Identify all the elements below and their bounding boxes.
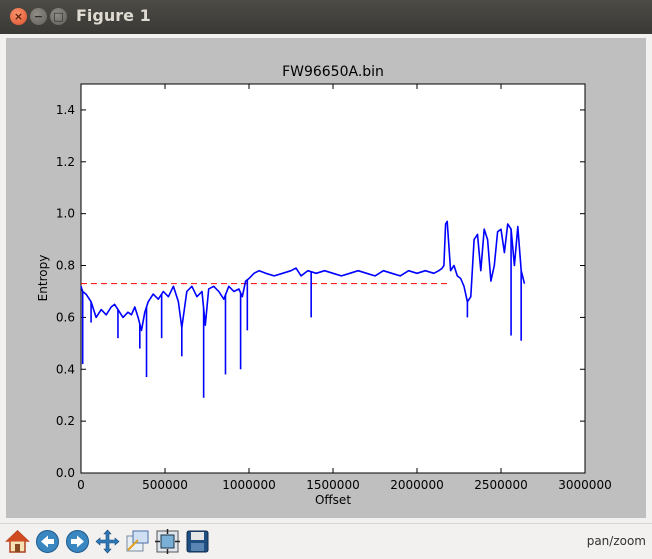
x-axis-label: Offset — [315, 493, 351, 507]
save-button[interactable] — [184, 528, 211, 555]
x-tick-label: 1500000 — [306, 478, 359, 492]
x-tick-label: 0 — [77, 478, 85, 492]
y-axis-label: Entropy — [36, 255, 50, 302]
x-tick-label: 500000 — [142, 478, 188, 492]
y-tick-label: 1.2 — [56, 155, 75, 169]
entropy-chart: FW96650A.bin Offset Entropy 0 500000 10000… — [36, 64, 612, 507]
zoom-rect-icon — [126, 530, 149, 552]
floppy-disk-icon — [186, 530, 209, 553]
y-tick-label: 1.4 — [56, 103, 75, 117]
forward-button[interactable] — [64, 528, 91, 555]
arrow-right-icon — [66, 530, 89, 553]
navigation-toolbar: pan/zoom — [0, 523, 652, 559]
chart-title: FW96650A.bin — [282, 64, 384, 80]
y-tick-label: 1.0 — [56, 207, 75, 221]
window-title-bar: × − □ Figure 1 — [0, 0, 652, 34]
y-tick-label: 0.0 — [56, 466, 75, 480]
plot-canvas[interactable]: FW96650A.bin Offset Entropy 0 500000 10000… — [6, 38, 646, 518]
x-tick-label: 2000000 — [390, 478, 443, 492]
home-icon — [5, 529, 30, 553]
plot-area — [80, 83, 586, 474]
arrow-left-icon — [36, 530, 59, 553]
pan-button[interactable] — [94, 528, 121, 555]
figure-area: FW96650A.bin Offset Entropy 0 500000 10000… — [0, 34, 652, 523]
y-tick-label: 0.8 — [56, 259, 75, 273]
window-maximize-button[interactable]: □ — [50, 8, 67, 25]
home-button[interactable] — [4, 528, 31, 555]
subplots-icon — [155, 529, 180, 554]
x-tick-label: 2500000 — [474, 478, 527, 492]
y-tick-label: 0.4 — [56, 362, 75, 376]
window-title: Figure 1 — [76, 6, 151, 25]
back-button[interactable] — [34, 528, 61, 555]
mode-status-text: pan/zoom — [586, 534, 646, 548]
window-minimize-button[interactable]: − — [30, 8, 47, 25]
zoom-button[interactable] — [124, 528, 151, 555]
x-tick-label: 1000000 — [222, 478, 275, 492]
move-arrows-icon — [95, 529, 120, 554]
y-tick-label: 0.2 — [56, 414, 75, 428]
window-close-button[interactable]: × — [10, 8, 27, 25]
x-tick-label: 3000000 — [558, 478, 611, 492]
y-tick-label: 0.6 — [56, 310, 75, 324]
subplots-button[interactable] — [154, 528, 181, 555]
